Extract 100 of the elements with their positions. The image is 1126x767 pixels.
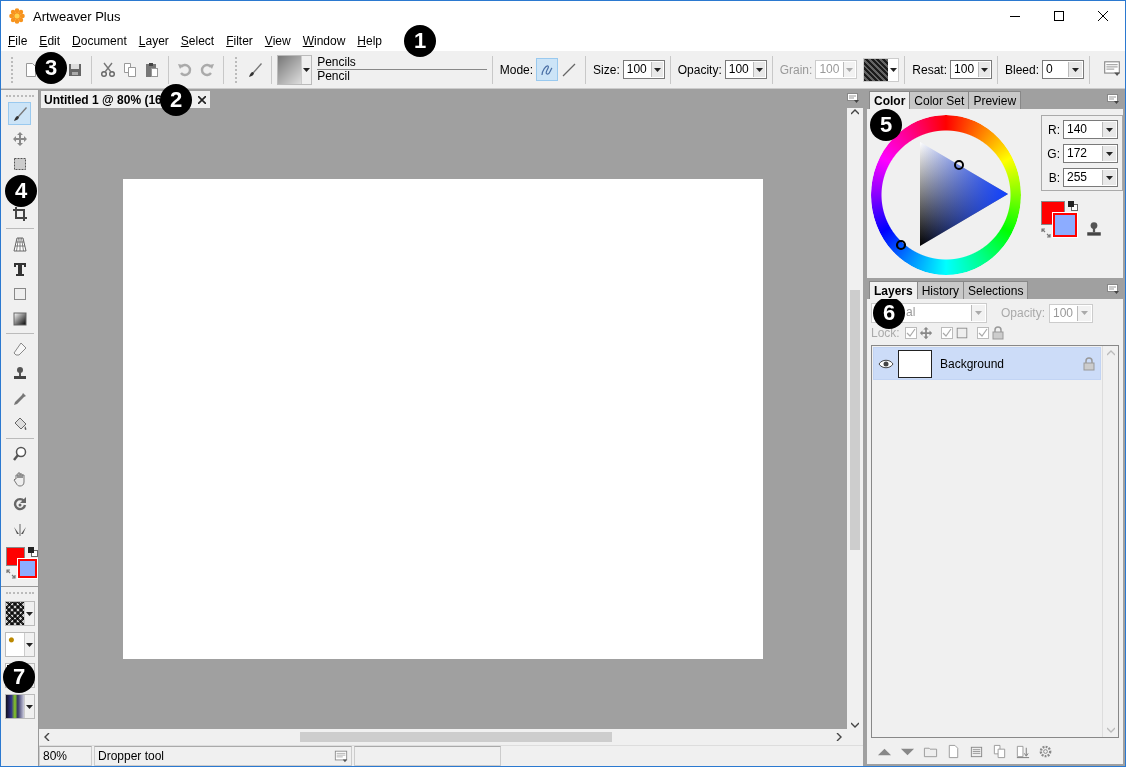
channel-label: G:: [1046, 146, 1060, 161]
channel-value-dropdown[interactable]: 255: [1063, 168, 1118, 187]
texture-dropdown[interactable]: [863, 57, 900, 82]
caret-icon: [25, 704, 33, 709]
menu-item[interactable]: Filter: [220, 32, 259, 50]
caret-icon: [1072, 67, 1080, 72]
stamp-icon: [11, 365, 28, 382]
panel-tab[interactable]: Layers: [869, 281, 918, 299]
color-triangle[interactable]: [920, 142, 1008, 246]
caret-icon: [981, 67, 989, 72]
perspective-grid-icon: [11, 235, 28, 252]
text-tool-icon: [11, 260, 28, 277]
line-icon: [561, 61, 578, 78]
vertical-scrollbar[interactable]: [847, 108, 863, 729]
value-dropdown[interactable]: 100: [724, 60, 767, 79]
swap-colors-icon[interactable]: [6, 569, 16, 579]
rectangle-shape-icon: [11, 285, 28, 302]
brush-tool[interactable]: [8, 102, 31, 125]
brush-icon: [11, 105, 28, 122]
caret-icon: [25, 642, 33, 647]
chevron-right-icon[interactable]: [835, 733, 843, 741]
lock-label: Lock:: [871, 326, 900, 340]
move-icon: [11, 130, 28, 147]
caret-icon: [975, 311, 982, 315]
menu-item[interactable]: File: [2, 32, 34, 50]
menu-item[interactable]: Document: [66, 32, 133, 50]
reset-colors-icon[interactable]: [28, 547, 38, 557]
color-swatches[interactable]: [1041, 201, 1077, 237]
caret-icon: [1106, 151, 1113, 156]
copy-icon: [121, 61, 138, 78]
field-label: Size:: [593, 62, 620, 77]
panel-options-icon: [1103, 59, 1121, 77]
chevron-down-icon[interactable]: [851, 721, 859, 729]
status-message: Dropper tool: [98, 749, 165, 763]
field-label: Resat:: [912, 62, 948, 77]
chevron-up-icon[interactable]: [851, 108, 859, 116]
field-label: Opacity:: [677, 62, 722, 77]
layer-thumbnail: [898, 349, 932, 378]
panel-tab[interactable]: Color: [869, 91, 911, 109]
color-swatches[interactable]: [6, 547, 37, 578]
caret-icon: [25, 611, 33, 616]
layer-row[interactable]: Background: [873, 347, 1101, 380]
channel-value-dropdown[interactable]: 140: [1063, 120, 1118, 139]
caret-icon: [846, 67, 854, 72]
hand-icon: [11, 470, 28, 487]
layer-name: Background: [940, 356, 1006, 371]
value-dropdown[interactable]: 100: [622, 60, 665, 79]
panel-tab[interactable]: History: [916, 281, 965, 299]
maximize-icon[interactable]: [1054, 11, 1064, 21]
menu-item[interactable]: Edit: [33, 32, 67, 50]
hue-marker[interactable]: [895, 239, 907, 251]
caret-icon: [1081, 311, 1089, 315]
panel-tab[interactable]: Preview: [968, 91, 1022, 109]
menu-item[interactable]: Select: [174, 32, 221, 50]
value-dropdown[interactable]: 100: [950, 60, 993, 79]
lock-all-icon: [990, 326, 1005, 340]
brush-variant[interactable]: Pencil: [317, 70, 487, 83]
swap-colors-icon[interactable]: [1041, 228, 1051, 238]
gear-icon[interactable]: [1038, 743, 1053, 759]
texture-dropdown[interactable]: [4, 601, 35, 626]
brush-preset-dropdown[interactable]: [276, 54, 313, 85]
eraser-icon: [11, 340, 28, 357]
redo-icon: [198, 61, 215, 78]
squiggle-mode-button[interactable]: [536, 58, 559, 81]
panel-options-icon[interactable]: [1107, 284, 1119, 294]
window-title: Artweaver Plus: [33, 8, 122, 24]
chevron-left-icon[interactable]: [43, 733, 51, 741]
caret-icon: [303, 67, 311, 72]
eye-icon[interactable]: [878, 357, 894, 370]
panel-tab[interactable]: Selections: [963, 281, 1029, 299]
menu-item[interactable]: Help: [351, 32, 389, 50]
document-icon[interactable]: [946, 743, 961, 759]
field-label: Bleed:: [1005, 62, 1040, 77]
menu-item[interactable]: View: [258, 32, 297, 50]
reset-colors-icon[interactable]: [1068, 201, 1078, 211]
panel-tab[interactable]: Color Set: [909, 91, 970, 109]
zoom-level: 80%: [39, 746, 92, 766]
merge-down-icon[interactable]: [1015, 743, 1030, 759]
lock-position-icon: [918, 326, 933, 340]
brush-category[interactable]: Pencils: [317, 56, 487, 70]
close-icon[interactable]: [1098, 11, 1108, 21]
caret-icon: [1106, 127, 1113, 132]
clipboard-icon: [143, 61, 160, 78]
panel-options-icon[interactable]: [1107, 94, 1119, 104]
duplicate-icon[interactable]: [992, 743, 1007, 759]
channel-label: R:: [1047, 122, 1060, 137]
value-dropdown[interactable]: 0: [1042, 60, 1085, 79]
channel-value-dropdown[interactable]: 172: [1063, 144, 1118, 163]
menu-item[interactable]: Layer: [132, 32, 175, 50]
scissors-icon: [99, 61, 116, 78]
marquee-icon: [11, 155, 28, 172]
close-icon[interactable]: [197, 95, 206, 104]
menu-item[interactable]: Window: [296, 32, 352, 50]
gradient-dropdown[interactable]: [4, 694, 35, 719]
panel-options-icon[interactable]: [847, 93, 859, 103]
brush-shape-dropdown[interactable]: [4, 632, 35, 657]
gradient-icon: [11, 310, 28, 327]
panel-options-icon: [334, 749, 348, 763]
dropper-icon: [11, 390, 28, 407]
brush-icon: [246, 61, 263, 78]
